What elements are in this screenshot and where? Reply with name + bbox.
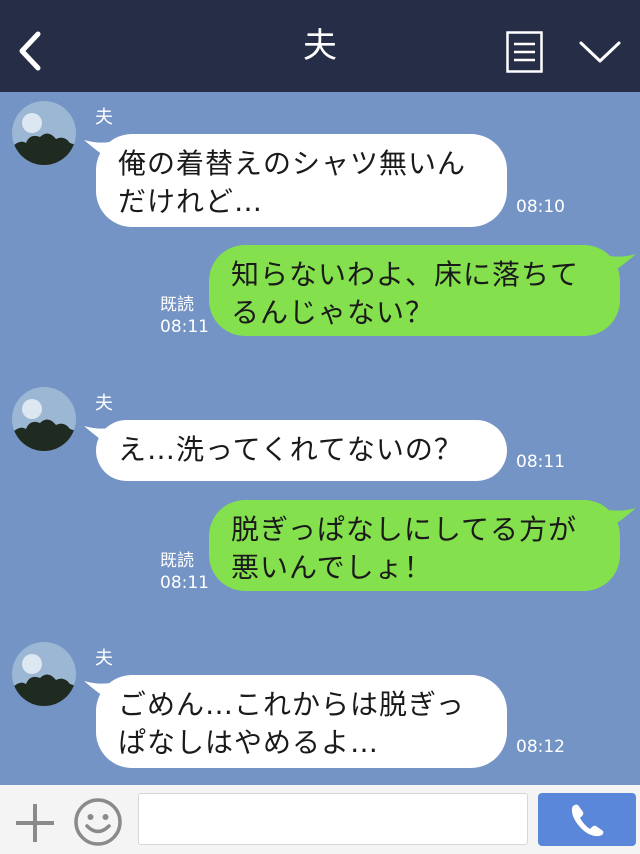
message-time: 08:10 <box>516 197 565 217</box>
message-bubble-outgoing[interactable]: 知らないわよ、床に落ちて るんじゃない？ <box>209 245 620 336</box>
plus-icon[interactable] <box>14 802 56 844</box>
sender-name: 夫 <box>95 393 113 414</box>
message-line: 知らないわよ、床に落ちて <box>231 258 580 291</box>
message-time: 08:11 <box>160 317 209 337</box>
sender-name: 夫 <box>95 648 113 669</box>
smile-icon[interactable] <box>73 797 123 847</box>
message-line: ごめん…これからは脱ぎっ <box>118 688 465 721</box>
message-time: 08:11 <box>516 452 565 472</box>
input-bar <box>0 785 640 854</box>
call-button[interactable] <box>538 793 636 846</box>
avatar[interactable] <box>12 101 76 165</box>
message-line: 俺の着替えのシャツ無いん <box>118 147 467 180</box>
message-time: 08:12 <box>516 737 565 757</box>
avatar[interactable] <box>12 387 76 451</box>
chat-area[interactable]: 夫 俺の着替えのシャツ無いん だけれど… 08:10 既読 08:11 知らない… <box>0 92 640 785</box>
message-line: 脱ぎっぱなしにしてる方が <box>231 513 578 546</box>
message-input[interactable] <box>138 793 528 845</box>
message-bubble-incoming[interactable]: え…洗ってくれてないの？ <box>96 420 507 481</box>
phone-icon <box>571 804 604 837</box>
message-time: 08:11 <box>160 573 209 593</box>
message-line: ぱなしはやめるよ… <box>118 726 380 759</box>
sender-name: 夫 <box>95 107 113 128</box>
read-label: 既読 <box>160 295 194 315</box>
read-label: 既読 <box>160 551 194 571</box>
menu-list-icon[interactable] <box>506 31 543 73</box>
message-bubble-outgoing[interactable]: 脱ぎっぱなしにしてる方が 悪いんでしょ！ <box>209 500 620 591</box>
chat-title: 夫 <box>303 26 337 66</box>
chevron-down-icon[interactable] <box>578 38 622 66</box>
message-line: 悪いんでしょ！ <box>231 551 433 584</box>
read-receipt: 既読 08:11 <box>160 294 209 338</box>
message-bubble-incoming[interactable]: ごめん…これからは脱ぎっ ぱなしはやめるよ… <box>96 675 507 768</box>
message-line: だけれど… <box>118 185 264 218</box>
message-bubble-incoming[interactable]: 俺の着替えのシャツ無いん だけれど… <box>96 134 507 227</box>
read-receipt: 既読 08:11 <box>160 550 209 594</box>
avatar-tree-icon <box>12 642 76 706</box>
message-line: るんじゃない？ <box>231 296 435 329</box>
avatar-tree-icon <box>12 387 76 451</box>
avatar-tree-icon <box>12 101 76 165</box>
message-line: え…洗ってくれてないの？ <box>118 433 463 466</box>
chat-header: 夫 <box>0 0 640 92</box>
avatar[interactable] <box>12 642 76 706</box>
